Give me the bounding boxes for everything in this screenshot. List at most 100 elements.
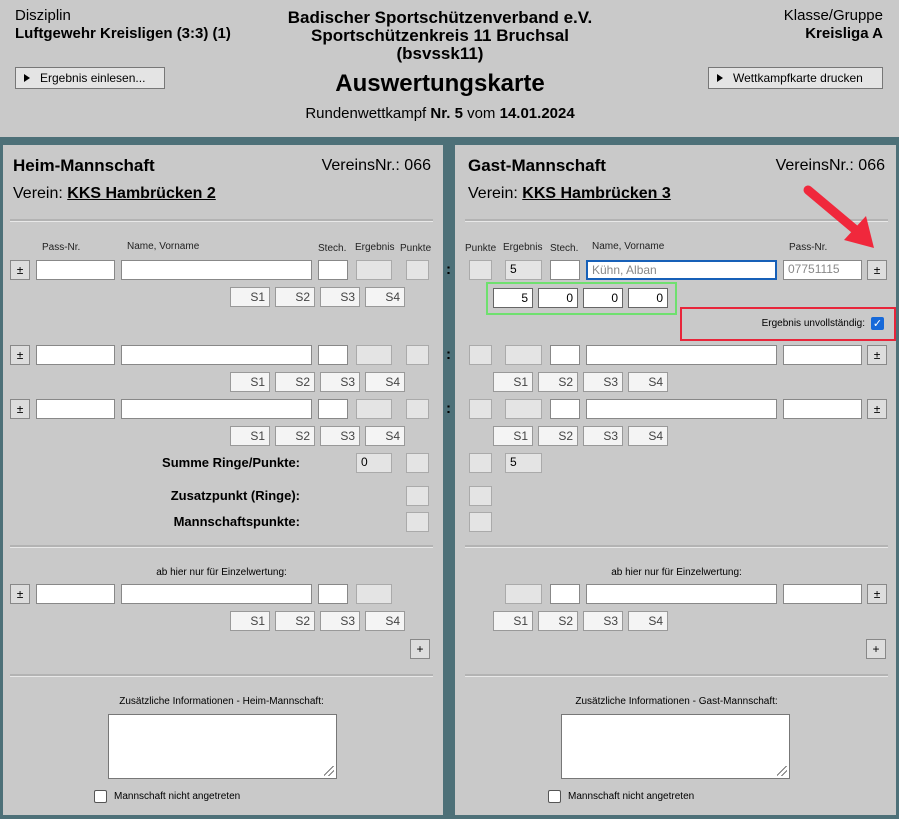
- mannschaftspunkte-field: [406, 512, 429, 532]
- summe-ringe-field: 0: [356, 453, 392, 473]
- mannschaftspunkte-field: [469, 512, 492, 532]
- stech-input[interactable]: [550, 345, 580, 365]
- name-input[interactable]: [586, 584, 777, 604]
- einzel-label: ab hier nur für Einzelwertung:: [611, 567, 742, 578]
- name-input[interactable]: [586, 345, 777, 365]
- resize-grip-icon[interactable]: [324, 766, 334, 776]
- name-input[interactable]: [121, 399, 312, 419]
- org-line3: (bsvssk11): [396, 44, 484, 63]
- series-2-input[interactable]: S2: [275, 611, 315, 631]
- klasse-label: Klasse/Gruppe: [783, 7, 883, 24]
- add-shooter-button[interactable]: +: [866, 639, 886, 659]
- series-4-input[interactable]: S4: [365, 611, 405, 631]
- pass-nr-input[interactable]: [36, 345, 115, 365]
- series-1-input[interactable]: S1: [493, 426, 533, 446]
- series-2-input[interactable]: S2: [538, 372, 578, 392]
- series-1-input[interactable]: S1: [493, 611, 533, 631]
- ergebnis-field: [505, 584, 542, 604]
- stech-input[interactable]: [550, 584, 580, 604]
- guest-vereinsnr: VereinsNr.: 066: [775, 157, 885, 174]
- toggle-button[interactable]: ±: [867, 399, 887, 419]
- punkte-field: [406, 260, 429, 280]
- series-1-input[interactable]: S1: [230, 287, 270, 307]
- ergebnis-field: [505, 399, 542, 419]
- stech-input[interactable]: [318, 260, 348, 280]
- series-1-input[interactable]: S1: [230, 372, 270, 392]
- guest-not-present-checkbox[interactable]: [548, 790, 561, 803]
- series-3-input[interactable]: 0: [583, 288, 623, 308]
- ergebnis-field: [356, 584, 392, 604]
- guest-info-textarea[interactable]: [561, 714, 790, 779]
- name-input[interactable]: [586, 399, 777, 419]
- stech-input[interactable]: [550, 399, 580, 419]
- home-info-textarea[interactable]: [108, 714, 337, 779]
- series-2-input[interactable]: S2: [275, 372, 315, 392]
- series-2-input[interactable]: S2: [275, 287, 315, 307]
- series-4-input[interactable]: S4: [628, 611, 668, 631]
- series-1-input[interactable]: S1: [230, 426, 270, 446]
- series-2-input[interactable]: S2: [538, 611, 578, 631]
- col-name: Name, Vorname: [127, 241, 200, 252]
- guest-not-present-label: Mannschaft nicht angetreten: [568, 791, 695, 802]
- series-3-input[interactable]: S3: [320, 372, 360, 392]
- home-verein-link[interactable]: KKS Hambrücken 2: [67, 185, 216, 202]
- toggle-button[interactable]: ±: [10, 345, 30, 365]
- toggle-button[interactable]: ±: [867, 345, 887, 365]
- series-2-input[interactable]: 0: [538, 288, 578, 308]
- col-punkte: Punkte: [400, 243, 432, 254]
- series-3-input[interactable]: S3: [583, 611, 623, 631]
- pass-nr-input[interactable]: [783, 584, 862, 604]
- punkte-field: [469, 260, 492, 280]
- name-input[interactable]: [121, 584, 312, 604]
- pass-nr-input[interactable]: [36, 260, 115, 280]
- col-pass-nr: Pass-Nr.: [42, 242, 81, 253]
- stech-input[interactable]: [318, 399, 348, 419]
- home-not-present-checkbox[interactable]: [94, 790, 107, 803]
- ergebnis-field: 5: [505, 260, 542, 280]
- series-2-input[interactable]: S2: [538, 426, 578, 446]
- toggle-button[interactable]: ±: [10, 399, 30, 419]
- import-result-button[interactable]: Ergebnis einlesen...: [15, 67, 165, 89]
- stech-input[interactable]: [318, 345, 348, 365]
- pass-nr-input[interactable]: 07751115: [783, 260, 862, 280]
- toggle-button[interactable]: ±: [867, 260, 887, 280]
- series-3-input[interactable]: S3: [583, 426, 623, 446]
- incomplete-checkbox[interactable]: ✓: [871, 317, 884, 330]
- separator: [10, 219, 433, 222]
- page-title: Auswertungskarte: [335, 70, 545, 97]
- series-4-input[interactable]: S4: [365, 426, 405, 446]
- separator: [465, 545, 888, 548]
- pass-nr-input[interactable]: [783, 345, 862, 365]
- guest-verein-link[interactable]: KKS Hambrücken 3: [522, 185, 671, 202]
- series-1-input[interactable]: S1: [230, 611, 270, 631]
- guest-verein: Verein: KKS Hambrücken 3: [468, 185, 671, 202]
- toggle-button[interactable]: ±: [867, 584, 887, 604]
- name-input-focused[interactable]: Kühn, Alban: [586, 260, 777, 280]
- series-3-input[interactable]: S3: [320, 611, 360, 631]
- print-card-button[interactable]: Wettkampfkarte drucken: [708, 67, 883, 89]
- series-4-input[interactable]: S4: [365, 287, 405, 307]
- series-1-input[interactable]: 5: [493, 288, 533, 308]
- series-1-input[interactable]: S1: [493, 372, 533, 392]
- series-4-input[interactable]: S4: [365, 372, 405, 392]
- pass-nr-input[interactable]: [783, 399, 862, 419]
- pass-nr-input[interactable]: [36, 584, 115, 604]
- series-4-input[interactable]: 0: [628, 288, 668, 308]
- series-4-input[interactable]: S4: [628, 426, 668, 446]
- add-shooter-button[interactable]: +: [410, 639, 430, 659]
- series-2-input[interactable]: S2: [275, 426, 315, 446]
- resize-grip-icon[interactable]: [777, 766, 787, 776]
- colon: :: [446, 400, 451, 417]
- col-punkte: Punkte: [465, 243, 497, 254]
- stech-input[interactable]: [550, 260, 580, 280]
- name-input[interactable]: [121, 260, 312, 280]
- toggle-button[interactable]: ±: [10, 260, 30, 280]
- pass-nr-input[interactable]: [36, 399, 115, 419]
- series-3-input[interactable]: S3: [320, 426, 360, 446]
- series-4-input[interactable]: S4: [628, 372, 668, 392]
- series-3-input[interactable]: S3: [320, 287, 360, 307]
- toggle-button[interactable]: ±: [10, 584, 30, 604]
- stech-input[interactable]: [318, 584, 348, 604]
- name-input[interactable]: [121, 345, 312, 365]
- series-3-input[interactable]: S3: [583, 372, 623, 392]
